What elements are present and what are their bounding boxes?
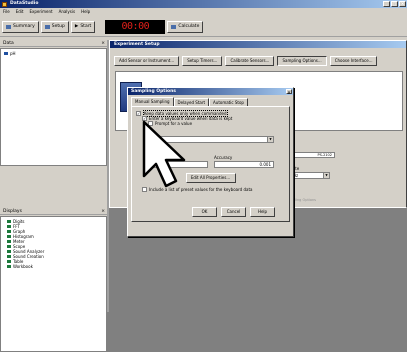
app-window: DataStudio _ □ × File Edit Experiment An… xyxy=(0,0,407,352)
tab-automatic-stop[interactable]: Automatic Stop xyxy=(209,98,248,106)
accuracy-group: Accuracy 0.001 xyxy=(214,155,274,168)
digits-icon xyxy=(7,220,11,223)
start-button[interactable]: ▶ Start xyxy=(70,20,96,33)
help-button[interactable]: Help xyxy=(250,207,275,217)
data-source-icon xyxy=(4,52,8,55)
calibrate-sensors-button[interactable]: Calibrate Sensors... xyxy=(225,56,275,66)
displays-panel-header: Displays × xyxy=(0,208,107,215)
checkbox-checked: ✓ xyxy=(136,111,141,116)
setup-label: Setup xyxy=(51,23,65,29)
dialog-title: Sampling Options xyxy=(131,89,176,94)
accuracy-field[interactable]: 0.001 xyxy=(214,161,274,168)
menu-bar: File Edit Experiment Analysis Help xyxy=(0,8,407,15)
cancel-button[interactable]: Cancel xyxy=(221,207,246,217)
setup-button-row: Add Sensor or Instrument... Setup Timers… xyxy=(110,48,406,66)
close-icon[interactable]: × xyxy=(101,208,105,215)
graph-icon xyxy=(7,230,11,233)
minimize-button[interactable]: _ xyxy=(383,1,390,7)
add-sensor-button[interactable]: Add Sensor or Instrument... xyxy=(114,56,180,66)
mouse-pointer-icon xyxy=(142,120,186,188)
dialog-title-bar: Sampling Options × xyxy=(128,88,293,95)
ok-button[interactable]: OK xyxy=(192,207,217,217)
display-item-workbook[interactable]: Workbook xyxy=(4,264,103,269)
scope-icon xyxy=(7,245,11,248)
data-item-ph[interactable]: pH xyxy=(4,51,103,56)
sampling-options-label: Sampling Options xyxy=(285,198,316,202)
timer-display: 00:00 xyxy=(105,19,166,34)
dialog-tabs: Manual Sampling Delayed Start Automatic … xyxy=(128,95,293,106)
tab-manual-sampling[interactable]: Manual Sampling xyxy=(131,97,174,106)
play-icon: ▶ xyxy=(74,23,79,29)
displays-list: Digits FFT Graph Histogram Meter Scope S… xyxy=(0,216,107,352)
summary-icon xyxy=(6,24,11,29)
data-panel-title: Data xyxy=(3,41,14,46)
fft-icon xyxy=(7,225,11,228)
sound-creation-icon xyxy=(7,255,11,258)
summary-button[interactable]: Summary xyxy=(2,20,39,33)
start-label: Start xyxy=(80,23,92,29)
displays-panel-title: Displays xyxy=(3,209,22,214)
left-panel: Data × pH Displays × Digits FFT Graph Hi… xyxy=(0,40,107,352)
displays-panel: Displays × Digits FFT Graph Histogram Me… xyxy=(0,208,107,352)
setup-button[interactable]: Setup xyxy=(40,20,69,33)
rate-control: Rate Hz ▼ xyxy=(290,166,330,179)
chevron-down-icon: ▼ xyxy=(267,137,273,142)
calculator-icon xyxy=(171,24,177,29)
setup-timers-button[interactable]: Setup Timers... xyxy=(182,56,223,66)
app-title: DataStudio xyxy=(10,1,39,6)
display-item-label: Workbook xyxy=(13,264,33,269)
sampling-options-button[interactable]: Sampling Options... xyxy=(277,56,327,66)
window-controls: _ □ × xyxy=(383,1,406,7)
rate-select[interactable]: Hz ▼ xyxy=(290,172,330,179)
histogram-icon xyxy=(7,235,11,238)
sound-analyzer-icon xyxy=(7,250,11,253)
setup-title: Experiment Setup xyxy=(110,41,406,48)
app-icon xyxy=(2,1,7,7)
summary-label: Summary xyxy=(13,23,35,29)
menu-analysis[interactable]: Analysis xyxy=(59,8,75,15)
setup-icon xyxy=(44,24,50,29)
menu-edit[interactable]: Edit xyxy=(16,8,24,15)
maximize-button[interactable]: □ xyxy=(391,1,398,7)
dialog-close-button[interactable]: × xyxy=(286,89,292,95)
data-panel-header: Data × xyxy=(0,40,107,47)
toolbar: Summary Setup ▶ Start 00:00 Calculate xyxy=(0,17,407,37)
calculate-button[interactable]: Calculate xyxy=(167,20,204,33)
meter-icon xyxy=(7,240,11,243)
menu-help[interactable]: Help xyxy=(81,8,90,15)
sampling-options-group: Sampling Options xyxy=(285,198,401,248)
edit-all-properties-button[interactable]: Edit All Properties... xyxy=(185,173,236,183)
chevron-down-icon: ▼ xyxy=(323,173,329,178)
close-button[interactable]: × xyxy=(399,1,406,7)
workbook-icon xyxy=(7,265,11,268)
dialog-button-row: OK Cancel Help xyxy=(192,207,275,217)
choose-interface-button[interactable]: Choose Interface... xyxy=(329,56,378,66)
tab-delayed-start[interactable]: Delayed Start xyxy=(173,98,210,106)
title-bar: DataStudio _ □ × xyxy=(0,0,407,8)
menu-file[interactable]: File xyxy=(3,8,10,15)
close-icon[interactable]: × xyxy=(101,40,105,47)
data-item-label: pH xyxy=(10,51,16,56)
menu-experiment[interactable]: Experiment xyxy=(29,8,52,15)
table-icon xyxy=(7,260,11,263)
data-list: pH xyxy=(0,48,107,166)
calculate-label: Calculate xyxy=(178,23,200,29)
